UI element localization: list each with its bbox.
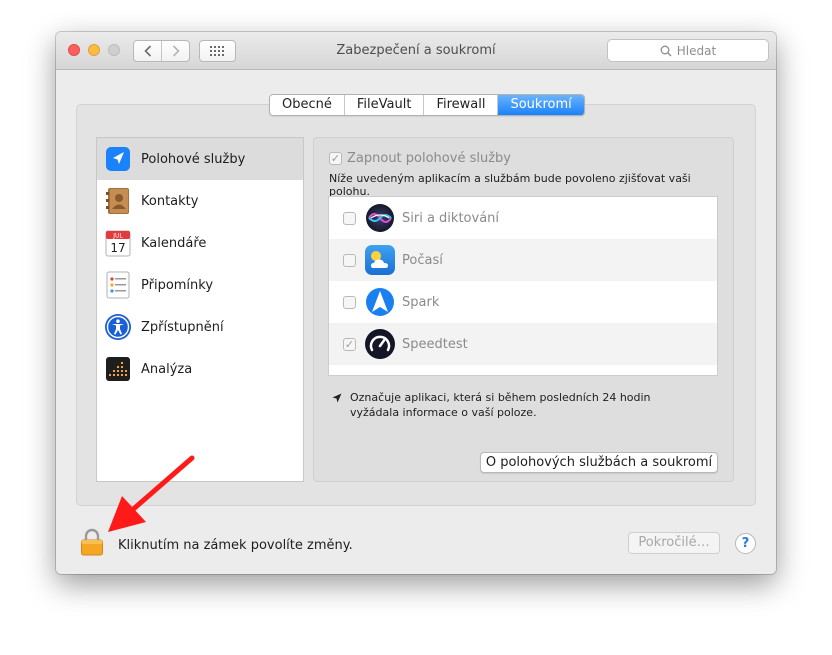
sidebar-item-location-services[interactable]: Polohové služby bbox=[97, 138, 303, 180]
tab-filevault[interactable]: FileVault bbox=[345, 95, 425, 115]
help-button[interactable]: ? bbox=[735, 533, 756, 554]
lock-icon[interactable] bbox=[80, 528, 104, 556]
sidebar-item-label: Analýza bbox=[141, 361, 193, 377]
privacy-category-list: Polohové služby Kontakty JUL 17 Kalendáře… bbox=[96, 137, 304, 482]
sidebar-item-analytics[interactable]: Analýza bbox=[97, 348, 303, 390]
calendar-icon-day: 17 bbox=[110, 241, 125, 255]
calendar-icon-month: JUL bbox=[112, 233, 123, 240]
sidebar-item-calendars[interactable]: JUL 17 Kalendáře bbox=[97, 222, 303, 264]
sidebar-item-accessibility[interactable]: Zpřístupnění bbox=[97, 306, 303, 348]
checkbox[interactable] bbox=[329, 152, 342, 165]
siri-icon bbox=[366, 204, 394, 232]
location-arrow-small-icon bbox=[332, 393, 342, 403]
recent-location-note: Označuje aplikaci, která si během posled… bbox=[332, 390, 702, 420]
app-row-siri: Siri a diktování bbox=[329, 197, 717, 239]
app-checkbox[interactable] bbox=[343, 253, 356, 267]
speedtest-icon bbox=[365, 329, 395, 359]
search-placeholder: Hledat bbox=[676, 43, 717, 58]
calendar-icon: JUL 17 bbox=[104, 229, 132, 257]
tab-bar: Obecné FileVault Firewall Soukromí bbox=[269, 94, 585, 116]
title-bar: Zabezpečení a soukromí Hledat bbox=[56, 32, 776, 70]
tab-general[interactable]: Obecné bbox=[270, 95, 345, 115]
lock-message: Kliknutím na zámek povolíte změny. bbox=[118, 538, 353, 553]
sidebar-item-reminders[interactable]: Připomínky bbox=[97, 264, 303, 306]
sidebar-item-label: Kalendáře bbox=[141, 235, 207, 251]
app-checkbox[interactable] bbox=[343, 295, 356, 309]
app-row-speedtest: Speedtest bbox=[329, 323, 717, 365]
app-checkbox[interactable] bbox=[343, 337, 356, 351]
search-icon bbox=[660, 45, 672, 56]
app-row-weather: Počasí bbox=[329, 239, 717, 281]
weather-icon bbox=[365, 245, 395, 275]
contacts-icon bbox=[104, 187, 132, 215]
location-arrow-icon bbox=[104, 145, 132, 173]
app-row-spark: Spark bbox=[329, 281, 717, 323]
tab-privacy[interactable]: Soukromí bbox=[498, 95, 584, 115]
sidebar-item-label: Připomínky bbox=[141, 277, 214, 293]
reminders-icon bbox=[104, 271, 132, 299]
app-name: Siri a diktování bbox=[402, 210, 500, 226]
location-services-panel: Zapnout polohové služby Níže uvedeným ap… bbox=[313, 137, 734, 482]
app-name: Počasí bbox=[402, 252, 443, 268]
app-name: Speedtest bbox=[402, 336, 468, 352]
spark-icon bbox=[366, 288, 394, 316]
recent-location-note-text: Označuje aplikaci, která si během posled… bbox=[350, 391, 651, 419]
sidebar-item-label: Kontakty bbox=[141, 193, 199, 209]
app-list[interactable]: Siri a diktování Počasí Spark ✓ Speedtes… bbox=[328, 196, 718, 376]
sidebar-item-label: Zpřístupnění bbox=[141, 319, 224, 335]
advanced-button[interactable]: Pokročilé… bbox=[628, 532, 720, 554]
location-description: Níže uvedeným aplikacím a službám bude p… bbox=[329, 172, 691, 198]
sidebar-item-contacts[interactable]: Kontakty bbox=[97, 180, 303, 222]
preferences-window: Zabezpečení a soukromí Hledat Obecné Fil… bbox=[56, 32, 776, 574]
accessibility-icon bbox=[104, 313, 132, 341]
app-name: Spark bbox=[402, 294, 440, 310]
enable-location-label: Zapnout polohové služby bbox=[347, 151, 511, 166]
search-field[interactable]: Hledat bbox=[607, 39, 769, 62]
sidebar-item-label: Polohové služby bbox=[141, 151, 246, 167]
app-checkbox[interactable] bbox=[343, 211, 356, 225]
analytics-icon bbox=[104, 355, 132, 383]
about-location-privacy-button[interactable]: O polohových službách a soukromí bbox=[480, 452, 718, 473]
tab-firewall[interactable]: Firewall bbox=[424, 95, 499, 115]
enable-location-checkbox[interactable]: Zapnout polohové služby bbox=[329, 151, 511, 166]
